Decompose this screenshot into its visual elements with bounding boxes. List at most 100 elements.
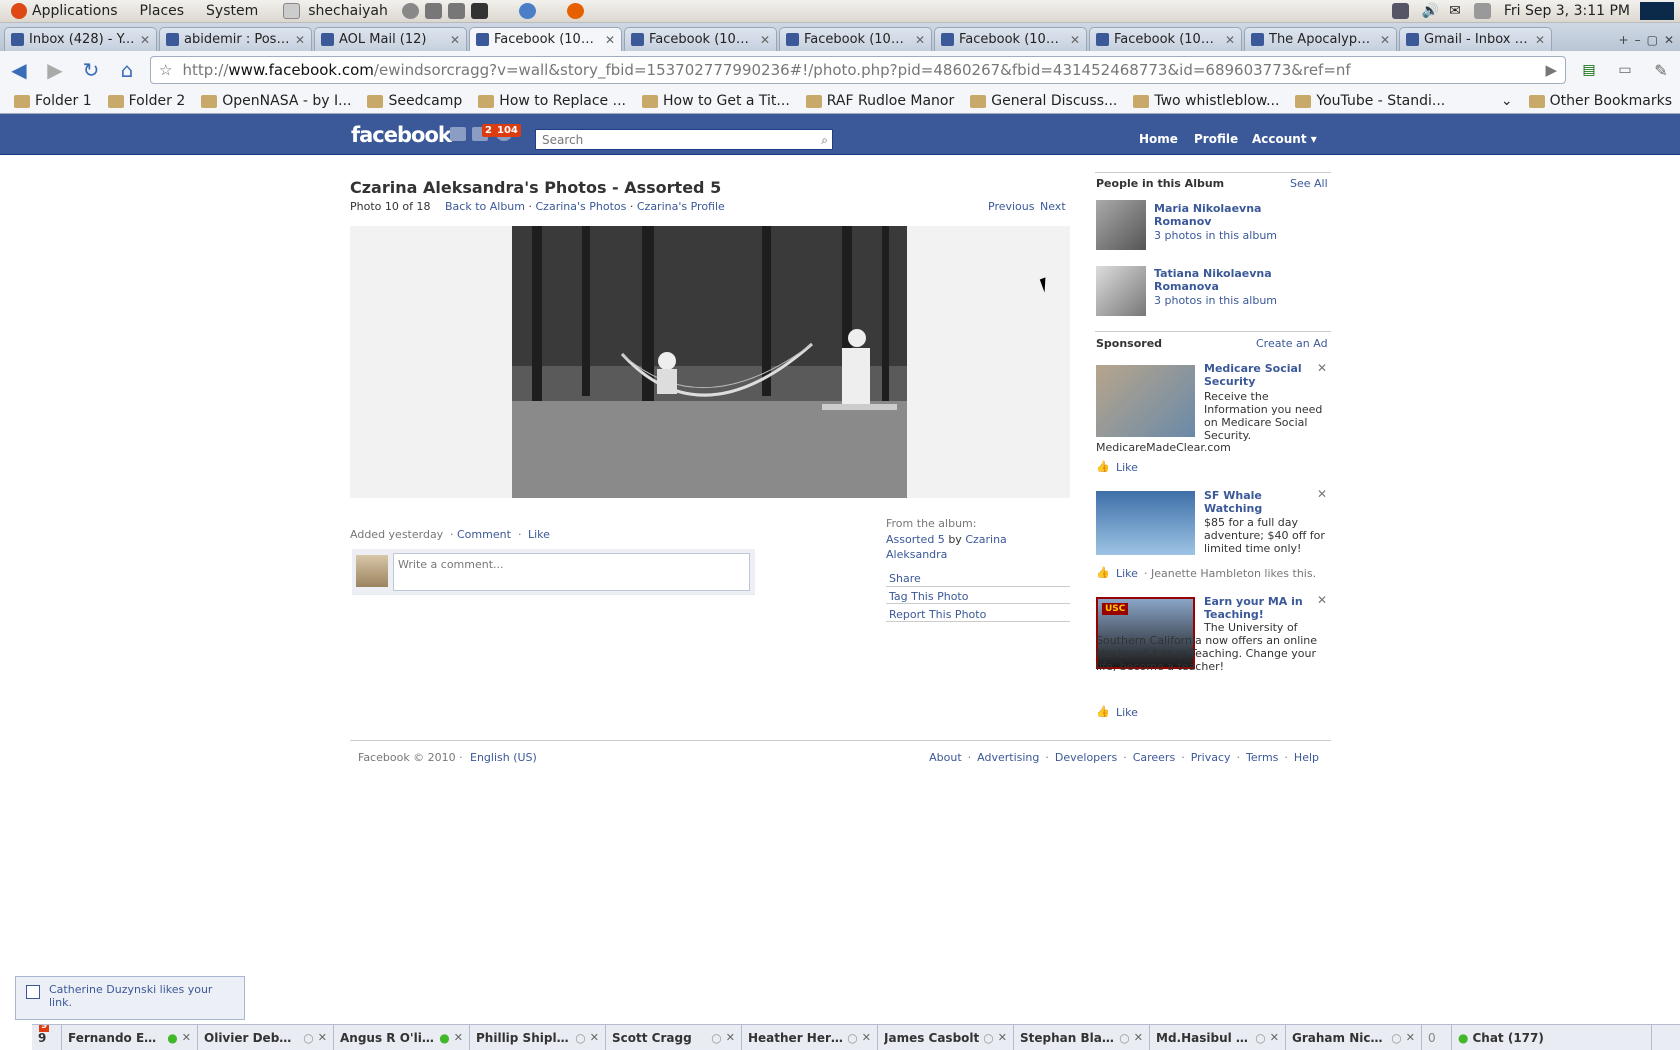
chat-close-icon[interactable]: ✕ bbox=[726, 1031, 735, 1044]
footer-terms[interactable]: Terms bbox=[1246, 751, 1278, 764]
chat-toggle[interactable]: ● Chat (177) bbox=[1452, 1025, 1652, 1050]
language-link[interactable]: English (US) bbox=[470, 751, 537, 764]
user-launcher[interactable]: shechaiyah bbox=[269, 3, 399, 19]
address-bar[interactable]: ☆ http://www.facebook.com/ewindsorcragg?… bbox=[150, 56, 1566, 84]
ad-title[interactable]: Earn your MA in Teaching! bbox=[1204, 595, 1314, 621]
search-icon[interactable]: ⌕ bbox=[821, 133, 828, 148]
chat-tab[interactable]: Olivier Debarre ○ ✕ bbox=[198, 1025, 334, 1050]
chat-close-icon[interactable]: ✕ bbox=[590, 1031, 599, 1044]
chat-tab[interactable]: Graham Nicholson○ ✕ bbox=[1286, 1025, 1422, 1050]
power-icon[interactable] bbox=[401, 3, 419, 19]
reload-button[interactable]: ↻ bbox=[78, 57, 104, 83]
chat-close-icon[interactable]: ✕ bbox=[862, 1031, 871, 1044]
tab-close-icon[interactable]: ✕ bbox=[1535, 33, 1545, 47]
chat-tab[interactable]: James Casbolt ○ ✕ bbox=[878, 1025, 1014, 1050]
album-photo[interactable] bbox=[512, 226, 907, 498]
czarina-profile-link[interactable]: Czarina's Profile bbox=[637, 200, 725, 213]
nav-account[interactable]: Account ▾ bbox=[1243, 132, 1326, 146]
chat-close-icon[interactable]: ✕ bbox=[182, 1031, 191, 1044]
report-photo-link[interactable]: Report This Photo bbox=[889, 608, 986, 621]
clock[interactable]: Fri Sep 3, 3:11 PM bbox=[1504, 3, 1630, 19]
bookmark-item[interactable]: Seedcamp bbox=[359, 93, 470, 109]
bookmark-item[interactable]: General Discuss... bbox=[962, 93, 1125, 109]
person-name[interactable]: Tatiana Nikolaevna Romanova bbox=[1154, 267, 1304, 293]
previous-link[interactable]: Previous bbox=[988, 200, 1035, 213]
printer-icon[interactable] bbox=[1473, 3, 1491, 19]
browser-tab[interactable]: Facebook (106... ✕ bbox=[469, 27, 622, 51]
tab-close-icon[interactable]: ✕ bbox=[140, 33, 150, 47]
chat-tab[interactable]: Heather Herron... ○ ✕ bbox=[742, 1025, 878, 1050]
wrench-icon[interactable]: ✎ bbox=[1648, 57, 1674, 83]
chat-close-icon[interactable]: ✕ bbox=[1270, 1031, 1279, 1044]
bookmark-item[interactable]: Folder 2 bbox=[100, 93, 194, 109]
ad-title[interactable]: SF Whale Watching bbox=[1204, 489, 1314, 515]
like-link[interactable]: Like bbox=[528, 528, 550, 541]
ad-like-link[interactable]: Like bbox=[1116, 567, 1138, 580]
system-menu[interactable]: System bbox=[195, 3, 269, 19]
tab-close-icon[interactable]: ✕ bbox=[450, 33, 460, 47]
chat-close-icon[interactable]: ✕ bbox=[318, 1031, 327, 1044]
bookmark-item[interactable]: How to Replace ... bbox=[470, 93, 634, 109]
footer-privacy[interactable]: Privacy bbox=[1191, 751, 1231, 764]
chat-tab[interactable]: Phillip Shipley ○ ✕ bbox=[470, 1025, 606, 1050]
bookmark-item[interactable]: Folder 1 bbox=[6, 93, 100, 109]
person-name[interactable]: Maria Nikolaevna Romanov bbox=[1154, 202, 1304, 228]
bookmarks-chevron-icon[interactable]: ⌄ bbox=[1493, 93, 1521, 109]
ad-like-link[interactable]: Like bbox=[1116, 461, 1138, 474]
search-input[interactable]: Search ⌕ bbox=[535, 129, 833, 150]
chat-overflow-right[interactable]: 0 bbox=[1422, 1025, 1452, 1050]
system-monitor-icon[interactable] bbox=[1640, 2, 1674, 20]
chat-tab[interactable]: Md.Hasibul Has... ○ ✕ bbox=[1150, 1025, 1286, 1050]
close-window-icon[interactable]: ✕ bbox=[1664, 33, 1674, 47]
comment-input[interactable]: Write a comment... bbox=[393, 553, 750, 591]
browser-tab[interactable]: Facebook (106)... ✕ bbox=[1089, 27, 1242, 51]
share-link[interactable]: Share bbox=[889, 572, 921, 585]
facebook-logo[interactable]: facebook bbox=[351, 123, 452, 147]
browser-tab[interactable]: Gmail - Inbox (... ✕ bbox=[1399, 27, 1552, 51]
browser-tab[interactable]: Facebook (106... ✕ bbox=[779, 27, 932, 51]
home-button[interactable]: ⌂ bbox=[114, 57, 140, 83]
browser-tab[interactable]: Facebook (106... ✕ bbox=[934, 27, 1087, 51]
person-thumbnail[interactable] bbox=[1096, 200, 1146, 250]
tab-close-icon[interactable]: ✕ bbox=[1225, 33, 1235, 47]
ad-image-whale[interactable] bbox=[1096, 491, 1195, 555]
applications-menu[interactable]: Applications bbox=[0, 3, 129, 19]
footer-careers[interactable]: Careers bbox=[1133, 751, 1176, 764]
chrome-icon[interactable] bbox=[518, 3, 536, 19]
chat-tab[interactable]: Stephan Blanke ○ ✕ bbox=[1014, 1025, 1150, 1050]
terminal-icon[interactable] bbox=[470, 3, 488, 19]
tab-close-icon[interactable]: ✕ bbox=[915, 33, 925, 47]
czarina-photos-link[interactable]: Czarina's Photos bbox=[536, 200, 627, 213]
person-photo-count[interactable]: 3 photos in this album bbox=[1154, 294, 1277, 307]
maximize-icon[interactable]: ▢ bbox=[1647, 33, 1658, 47]
minimize-icon[interactable]: – bbox=[1635, 33, 1641, 47]
other-bookmarks[interactable]: Other Bookmarks bbox=[1521, 93, 1680, 109]
extension-icon[interactable]: ▤ bbox=[1576, 57, 1602, 83]
person-thumbnail[interactable] bbox=[1096, 266, 1146, 316]
mail-icon[interactable]: ✉ bbox=[1449, 3, 1461, 19]
ad-image-medicare[interactable] bbox=[1096, 365, 1195, 437]
chat-tab[interactable]: Fernando Estrada ● ✕ bbox=[62, 1025, 198, 1050]
chat-tab[interactable]: Scott Cragg ○ ✕ bbox=[606, 1025, 742, 1050]
browser-tab[interactable]: Facebook (105... ✕ bbox=[624, 27, 777, 51]
volume-icon[interactable]: 🔊 bbox=[1422, 3, 1439, 19]
browser-tab[interactable]: abidemir : Post... ✕ bbox=[159, 27, 312, 51]
chat-close-icon[interactable]: ✕ bbox=[1134, 1031, 1143, 1044]
bookmark-item[interactable]: Two whistleblow... bbox=[1125, 93, 1287, 109]
notification-toast[interactable]: Catherine Duzynski likes your link. bbox=[15, 976, 245, 1020]
bookmark-item[interactable]: YouTube - Standi... bbox=[1287, 93, 1453, 109]
close-icon[interactable]: ✕ bbox=[1317, 487, 1327, 501]
friend-requests-icon[interactable] bbox=[450, 127, 466, 141]
chat-close-icon[interactable]: ✕ bbox=[998, 1031, 1007, 1044]
chat-tab[interactable]: Angus R O'lings ● ✕ bbox=[334, 1025, 470, 1050]
tab-close-icon[interactable]: ✕ bbox=[760, 33, 770, 47]
footer-advertising[interactable]: Advertising bbox=[977, 751, 1039, 764]
go-icon[interactable]: ▶ bbox=[1545, 61, 1557, 79]
chat-close-icon[interactable]: ✕ bbox=[454, 1031, 463, 1044]
back-to-album-link[interactable]: Back to Album bbox=[445, 200, 525, 213]
back-button[interactable]: ◀ bbox=[6, 57, 32, 83]
footer-developers[interactable]: Developers bbox=[1055, 751, 1117, 764]
create-ad-link[interactable]: Create an Ad bbox=[1256, 337, 1328, 350]
see-all-link[interactable]: See All bbox=[1290, 177, 1328, 190]
settings-icon[interactable] bbox=[424, 3, 442, 19]
